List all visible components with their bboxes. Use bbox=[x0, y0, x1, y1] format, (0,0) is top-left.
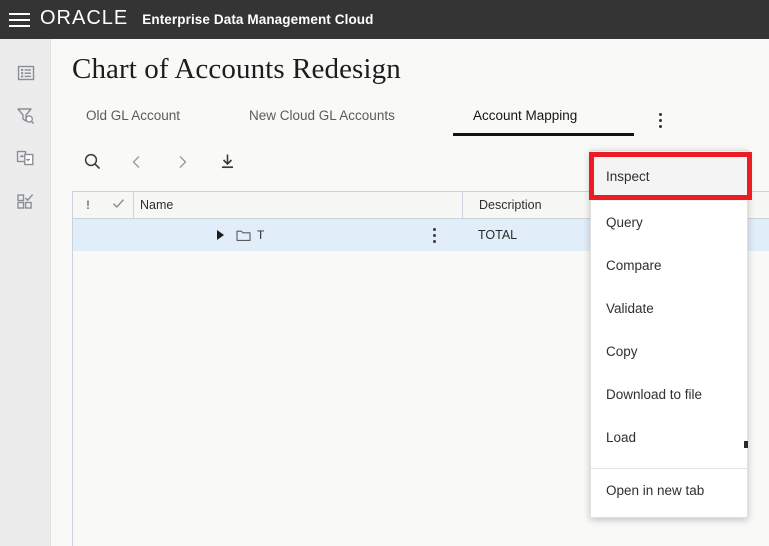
sidebar-item-applications[interactable] bbox=[0, 137, 51, 180]
menu-scroll-indicator[interactable] bbox=[744, 441, 748, 448]
view-toolbar bbox=[81, 149, 238, 179]
folder-icon bbox=[236, 229, 251, 242]
cell-name: T bbox=[133, 219, 462, 251]
menu-item-compare[interactable]: Compare bbox=[591, 244, 747, 287]
expand-triangle-icon[interactable] bbox=[217, 230, 224, 240]
hamburger-icon[interactable] bbox=[0, 0, 38, 39]
previous-button[interactable] bbox=[126, 153, 148, 175]
hamburger-bar bbox=[8, 12, 30, 15]
check-icon bbox=[111, 196, 126, 214]
oracle-logo: ORACLE bbox=[40, 7, 129, 29]
filter-search-icon bbox=[15, 105, 36, 126]
active-tab-underline bbox=[453, 133, 634, 136]
tab-account-mapping[interactable]: Account Mapping bbox=[473, 108, 577, 123]
application-window: ORACLE Enterprise Data Management Cloud bbox=[0, 0, 769, 546]
tab-more-vertical-icon[interactable] bbox=[652, 111, 668, 129]
sidebar-rail bbox=[0, 39, 51, 546]
tab-new-cloud-gl-accounts[interactable]: New Cloud GL Accounts bbox=[249, 108, 395, 123]
app-title: Enterprise Data Management Cloud bbox=[142, 12, 374, 27]
menu-item-inspect[interactable]: Inspect bbox=[591, 151, 747, 201]
compare-panels-icon bbox=[15, 148, 36, 169]
search-icon bbox=[83, 152, 102, 176]
context-menu: Inspect Query Compare Validate Copy Down… bbox=[590, 150, 748, 518]
kebab-dot bbox=[433, 239, 436, 243]
chevron-left-icon bbox=[129, 154, 145, 175]
kebab-dot bbox=[658, 118, 662, 122]
hamburger-bar bbox=[8, 24, 30, 27]
column-header-flag[interactable]: ! bbox=[73, 191, 103, 219]
chevron-right-icon bbox=[174, 154, 190, 175]
kebab-dot bbox=[433, 227, 436, 231]
sidebar-item-requests[interactable] bbox=[0, 94, 51, 137]
row-more-vertical-icon[interactable] bbox=[433, 227, 436, 243]
page-title: Chart of Accounts Redesign bbox=[72, 53, 401, 85]
download-icon bbox=[218, 152, 237, 176]
menu-item-copy[interactable]: Copy bbox=[591, 330, 747, 373]
hamburger-bar bbox=[8, 18, 30, 21]
sidebar-item-tasks[interactable] bbox=[0, 180, 51, 223]
sidebar-item-views[interactable] bbox=[0, 51, 51, 94]
export-button[interactable] bbox=[216, 153, 238, 175]
kebab-dot bbox=[658, 124, 662, 128]
global-header: ORACLE Enterprise Data Management Cloud bbox=[0, 0, 769, 39]
column-header-name[interactable]: Name bbox=[133, 191, 462, 219]
next-button[interactable] bbox=[171, 153, 193, 175]
grid-check-icon bbox=[15, 191, 36, 212]
node-name-label: T bbox=[257, 228, 265, 242]
tab-old-gl-account[interactable]: Old GL Account bbox=[86, 108, 180, 123]
menu-item-download-to-file[interactable]: Download to file bbox=[591, 373, 747, 416]
menu-item-open-in-new-tab[interactable]: Open in new tab bbox=[591, 469, 747, 512]
search-button[interactable] bbox=[81, 153, 103, 175]
kebab-dot bbox=[433, 233, 436, 237]
menu-item-validate[interactable]: Validate bbox=[591, 287, 747, 330]
column-header-select[interactable] bbox=[103, 191, 133, 219]
menu-item-query[interactable]: Query bbox=[591, 201, 747, 244]
kebab-dot bbox=[658, 112, 662, 116]
list-view-icon bbox=[16, 63, 36, 83]
menu-item-load[interactable]: Load bbox=[591, 416, 747, 459]
